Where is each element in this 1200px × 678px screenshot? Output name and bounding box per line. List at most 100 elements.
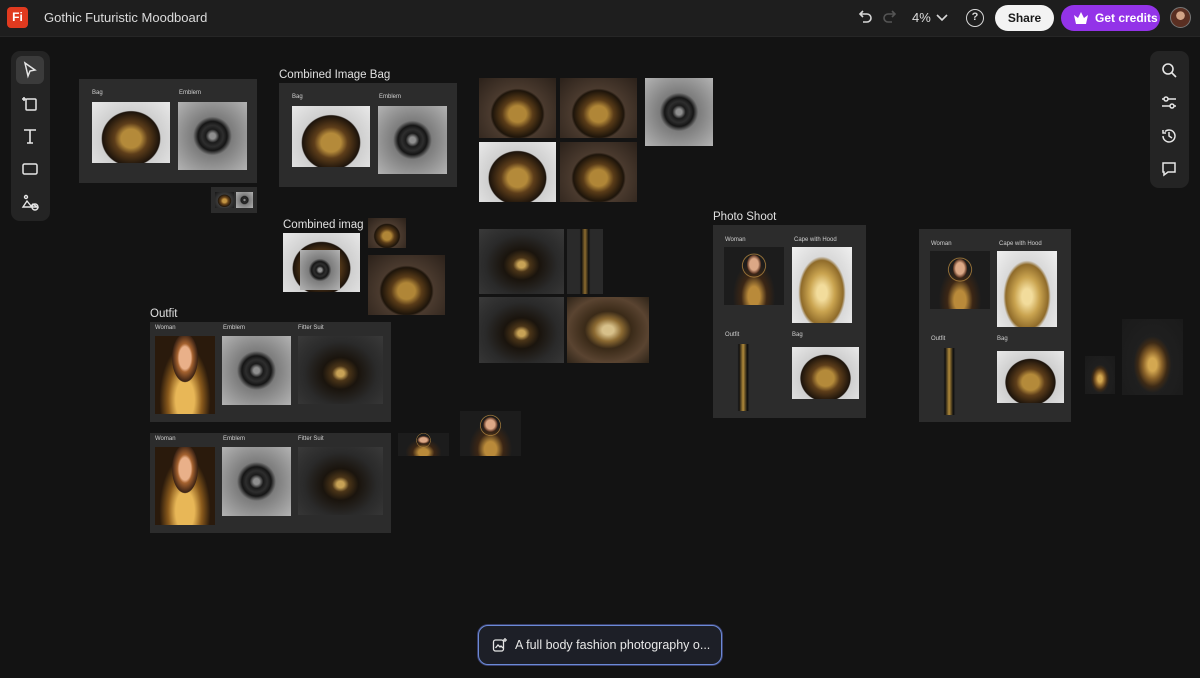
bag-image[interactable] bbox=[997, 351, 1064, 403]
dress-variation-image[interactable] bbox=[567, 229, 603, 294]
section-title[interactable]: Photo Shoot bbox=[713, 211, 776, 223]
undo-icon[interactable] bbox=[853, 7, 875, 29]
board-label: Woman bbox=[155, 436, 176, 442]
board-label: Woman bbox=[155, 325, 176, 331]
emblem-overlay[interactable] bbox=[300, 250, 340, 290]
artboard-bag-emblem[interactable]: Bag Emblem bbox=[79, 79, 257, 183]
bag-variation-image[interactable] bbox=[560, 142, 637, 202]
board-label: Cape with Hood bbox=[794, 237, 837, 243]
board-label: Emblem bbox=[223, 325, 246, 331]
artboard-outfit-copy[interactable]: Woman Emblem Fitter Suit bbox=[150, 433, 391, 533]
section-title[interactable]: Outfit bbox=[150, 308, 177, 320]
rectangle-icon bbox=[22, 163, 38, 175]
artboard-outfit[interactable]: Woman Emblem Fitter Suit bbox=[150, 322, 391, 422]
generate-image-icon bbox=[492, 638, 507, 652]
bag-variation-image[interactable] bbox=[560, 78, 637, 138]
prompt-input[interactable]: A full body fashion photography o... bbox=[515, 638, 710, 652]
suit-image[interactable] bbox=[298, 447, 383, 515]
history-tool[interactable] bbox=[1155, 122, 1183, 150]
text-icon bbox=[24, 129, 36, 144]
right-toolbar bbox=[1150, 51, 1189, 188]
artboard-photo-shoot[interactable]: Woman Cape with Hood Outfit Bag bbox=[713, 225, 866, 418]
woman-image[interactable] bbox=[930, 251, 990, 309]
woman-image[interactable] bbox=[155, 336, 215, 414]
avatar[interactable] bbox=[1170, 7, 1191, 28]
combined-image[interactable] bbox=[283, 233, 360, 292]
redo-icon[interactable] bbox=[880, 7, 902, 29]
suit-image[interactable] bbox=[298, 336, 383, 404]
app-logo[interactable]: Fi bbox=[7, 7, 28, 28]
bag-thumbnail[interactable] bbox=[215, 192, 234, 208]
photo-thumbnail[interactable] bbox=[1085, 356, 1115, 394]
full-body-photo[interactable] bbox=[1122, 319, 1183, 395]
sliders-icon bbox=[1162, 96, 1176, 109]
select-tool[interactable] bbox=[16, 56, 44, 84]
left-toolbar bbox=[11, 51, 50, 221]
cape-image[interactable] bbox=[997, 251, 1057, 327]
outfit-image[interactable] bbox=[931, 348, 968, 415]
emblem-variation-image[interactable] bbox=[645, 78, 713, 146]
history-icon bbox=[1162, 129, 1176, 143]
suit-variation-image[interactable] bbox=[567, 297, 649, 363]
share-button[interactable]: Share bbox=[995, 5, 1054, 31]
thumbnail-group[interactable] bbox=[211, 187, 257, 213]
board-label: Emblem bbox=[179, 90, 202, 96]
suit-variation-image[interactable] bbox=[479, 229, 564, 294]
cursor-icon bbox=[23, 61, 37, 79]
woman-variation-image[interactable] bbox=[460, 411, 521, 456]
generate-image-icon bbox=[21, 194, 39, 211]
add-page-tool[interactable] bbox=[16, 89, 44, 117]
artboard-combined-bag[interactable]: Bag Emblem bbox=[279, 83, 457, 187]
emblem-image[interactable] bbox=[378, 106, 447, 174]
emblem-thumbnail[interactable] bbox=[236, 192, 253, 208]
woman-image[interactable] bbox=[724, 247, 784, 305]
board-label: Fitter Suit bbox=[298, 436, 324, 442]
bag-image[interactable] bbox=[292, 106, 370, 167]
board-label: Bag bbox=[997, 336, 1008, 342]
get-credits-label: Get credits bbox=[1095, 11, 1158, 25]
bag-image[interactable] bbox=[792, 347, 859, 399]
bag-image[interactable] bbox=[92, 102, 170, 163]
zoom-level[interactable]: 4% bbox=[912, 10, 931, 25]
document-title[interactable]: Gothic Futuristic Moodboard bbox=[44, 10, 207, 25]
emblem-image[interactable] bbox=[222, 336, 291, 405]
bag-variation-image[interactable] bbox=[479, 78, 556, 138]
section-title[interactable]: Combined imag bbox=[283, 219, 364, 231]
shape-tool[interactable] bbox=[16, 155, 44, 183]
generate-tool[interactable] bbox=[16, 188, 44, 216]
suit-variation-image[interactable] bbox=[479, 297, 564, 363]
bag-thumbnail[interactable] bbox=[368, 218, 406, 248]
woman-thumbnail[interactable] bbox=[398, 433, 449, 456]
emblem-image[interactable] bbox=[222, 447, 291, 516]
bag-variation-image[interactable] bbox=[368, 255, 445, 315]
board-label: Woman bbox=[931, 241, 952, 247]
get-credits-button[interactable]: Get credits bbox=[1061, 5, 1160, 31]
board-label: Emblem bbox=[223, 436, 246, 442]
prompt-bar[interactable]: A full body fashion photography o... bbox=[478, 625, 722, 665]
section-title[interactable]: Combined Image Bag bbox=[279, 69, 390, 81]
chevron-down-icon[interactable] bbox=[934, 8, 950, 26]
comments-tool[interactable] bbox=[1155, 155, 1183, 183]
board-label: Bag bbox=[92, 90, 103, 96]
board-label: Woman bbox=[725, 237, 746, 243]
crown-icon bbox=[1074, 12, 1088, 24]
adjust-tool[interactable] bbox=[1155, 89, 1183, 117]
search-tool[interactable] bbox=[1155, 56, 1183, 84]
board-label: Bag bbox=[292, 94, 303, 100]
board-label: Outfit bbox=[931, 336, 946, 342]
board-label: Emblem bbox=[379, 94, 402, 100]
board-label: Outfit bbox=[725, 332, 740, 338]
emblem-image[interactable] bbox=[178, 102, 247, 170]
artboard-photo-shoot-copy[interactable]: Woman Cape with Hood Outfit Bag bbox=[919, 229, 1071, 422]
comment-icon bbox=[1162, 162, 1176, 177]
text-tool[interactable] bbox=[16, 122, 44, 150]
help-icon[interactable]: ? bbox=[966, 9, 984, 27]
outfit-image[interactable] bbox=[725, 344, 762, 411]
search-icon bbox=[1162, 63, 1177, 78]
add-page-icon bbox=[22, 97, 37, 111]
woman-image[interactable] bbox=[155, 447, 215, 525]
bag-variation-image[interactable] bbox=[479, 142, 556, 202]
board-label: Fitter Suit bbox=[298, 325, 324, 331]
cape-image[interactable] bbox=[792, 247, 852, 323]
board-label: Cape with Hood bbox=[999, 241, 1042, 247]
